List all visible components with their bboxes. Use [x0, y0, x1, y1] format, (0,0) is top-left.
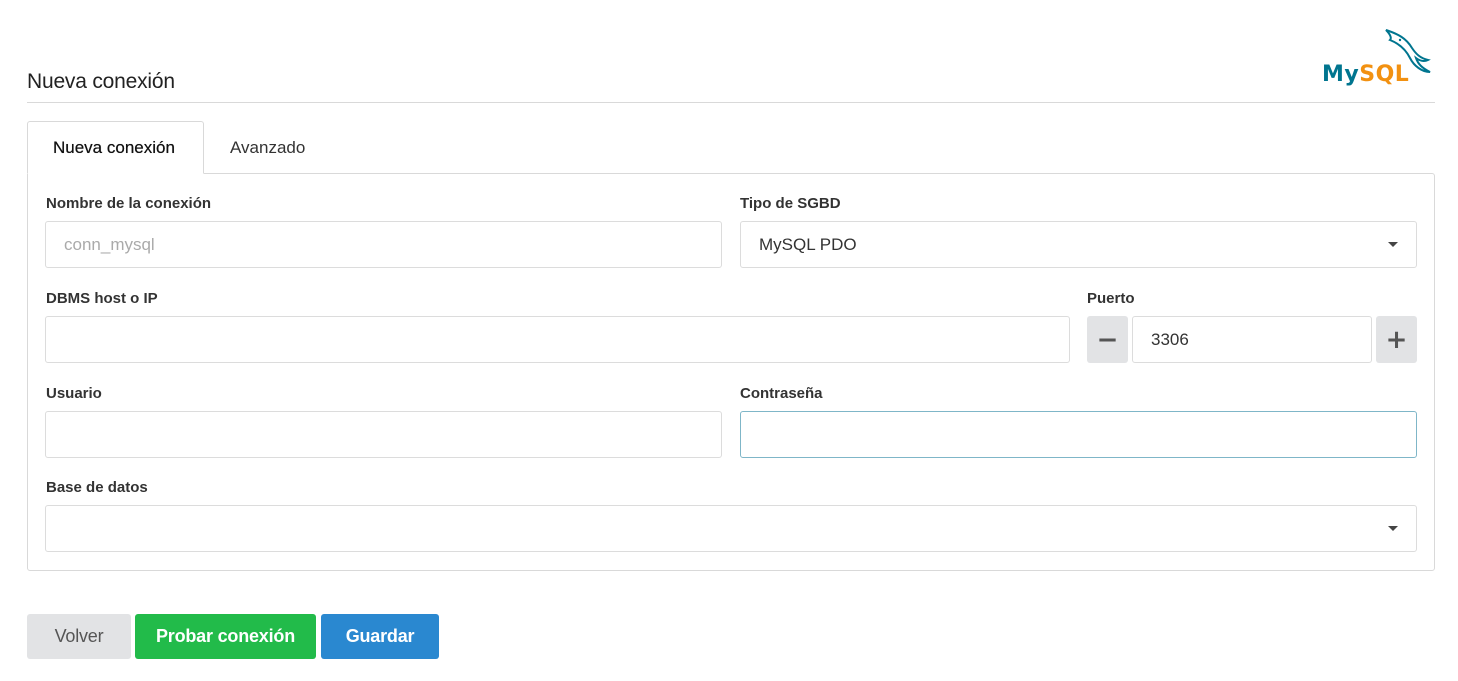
user-label: Usuario: [46, 385, 102, 402]
mysql-wordmark: MySQL: [1322, 62, 1409, 87]
user-input[interactable]: [45, 411, 722, 458]
back-button[interactable]: Volver: [27, 614, 131, 659]
chevron-down-icon: [1388, 242, 1398, 247]
connection-form-panel: Nombre de la conexión conn_mysql Tipo de…: [27, 173, 1435, 571]
tab-advanced[interactable]: Avanzado: [204, 121, 330, 174]
password-input[interactable]: [740, 411, 1417, 458]
password-label: Contraseña: [740, 385, 823, 402]
connection-name-placeholder: conn_mysql: [64, 234, 155, 254]
logo-my: My: [1322, 62, 1360, 87]
database-select[interactable]: [45, 505, 1417, 552]
logo-sql: SQL: [1359, 62, 1410, 87]
mysql-logo: MySQL: [1318, 28, 1438, 92]
port-value: 3306: [1151, 329, 1189, 349]
host-input[interactable]: [45, 316, 1070, 363]
test-connection-button[interactable]: Probar conexión: [135, 614, 316, 659]
minus-icon: −: [1096, 324, 1119, 355]
connection-name-input[interactable]: conn_mysql: [45, 221, 722, 268]
connection-name-label: Nombre de la conexión: [46, 195, 212, 212]
plus-icon: +: [1385, 324, 1408, 355]
page-title: Nueva conexión: [27, 70, 175, 93]
tab-bar: Nueva conexión Avanzado: [27, 121, 330, 174]
save-button[interactable]: Guardar: [321, 614, 439, 659]
chevron-down-icon: [1388, 526, 1398, 531]
dbms-type-value: MySQL PDO: [759, 234, 857, 254]
port-label: Puerto: [1087, 290, 1135, 307]
port-decrement-button[interactable]: −: [1087, 316, 1128, 363]
title-divider: [27, 102, 1435, 103]
tab-new-connection[interactable]: Nueva conexión: [27, 121, 204, 174]
port-increment-button[interactable]: +: [1376, 316, 1417, 363]
host-label: DBMS host o IP: [46, 290, 158, 307]
dbms-type-select[interactable]: MySQL PDO: [740, 221, 1417, 268]
dbms-type-label: Tipo de SGBD: [740, 195, 841, 212]
database-label: Base de datos: [46, 479, 148, 496]
port-input[interactable]: 3306: [1132, 316, 1372, 363]
